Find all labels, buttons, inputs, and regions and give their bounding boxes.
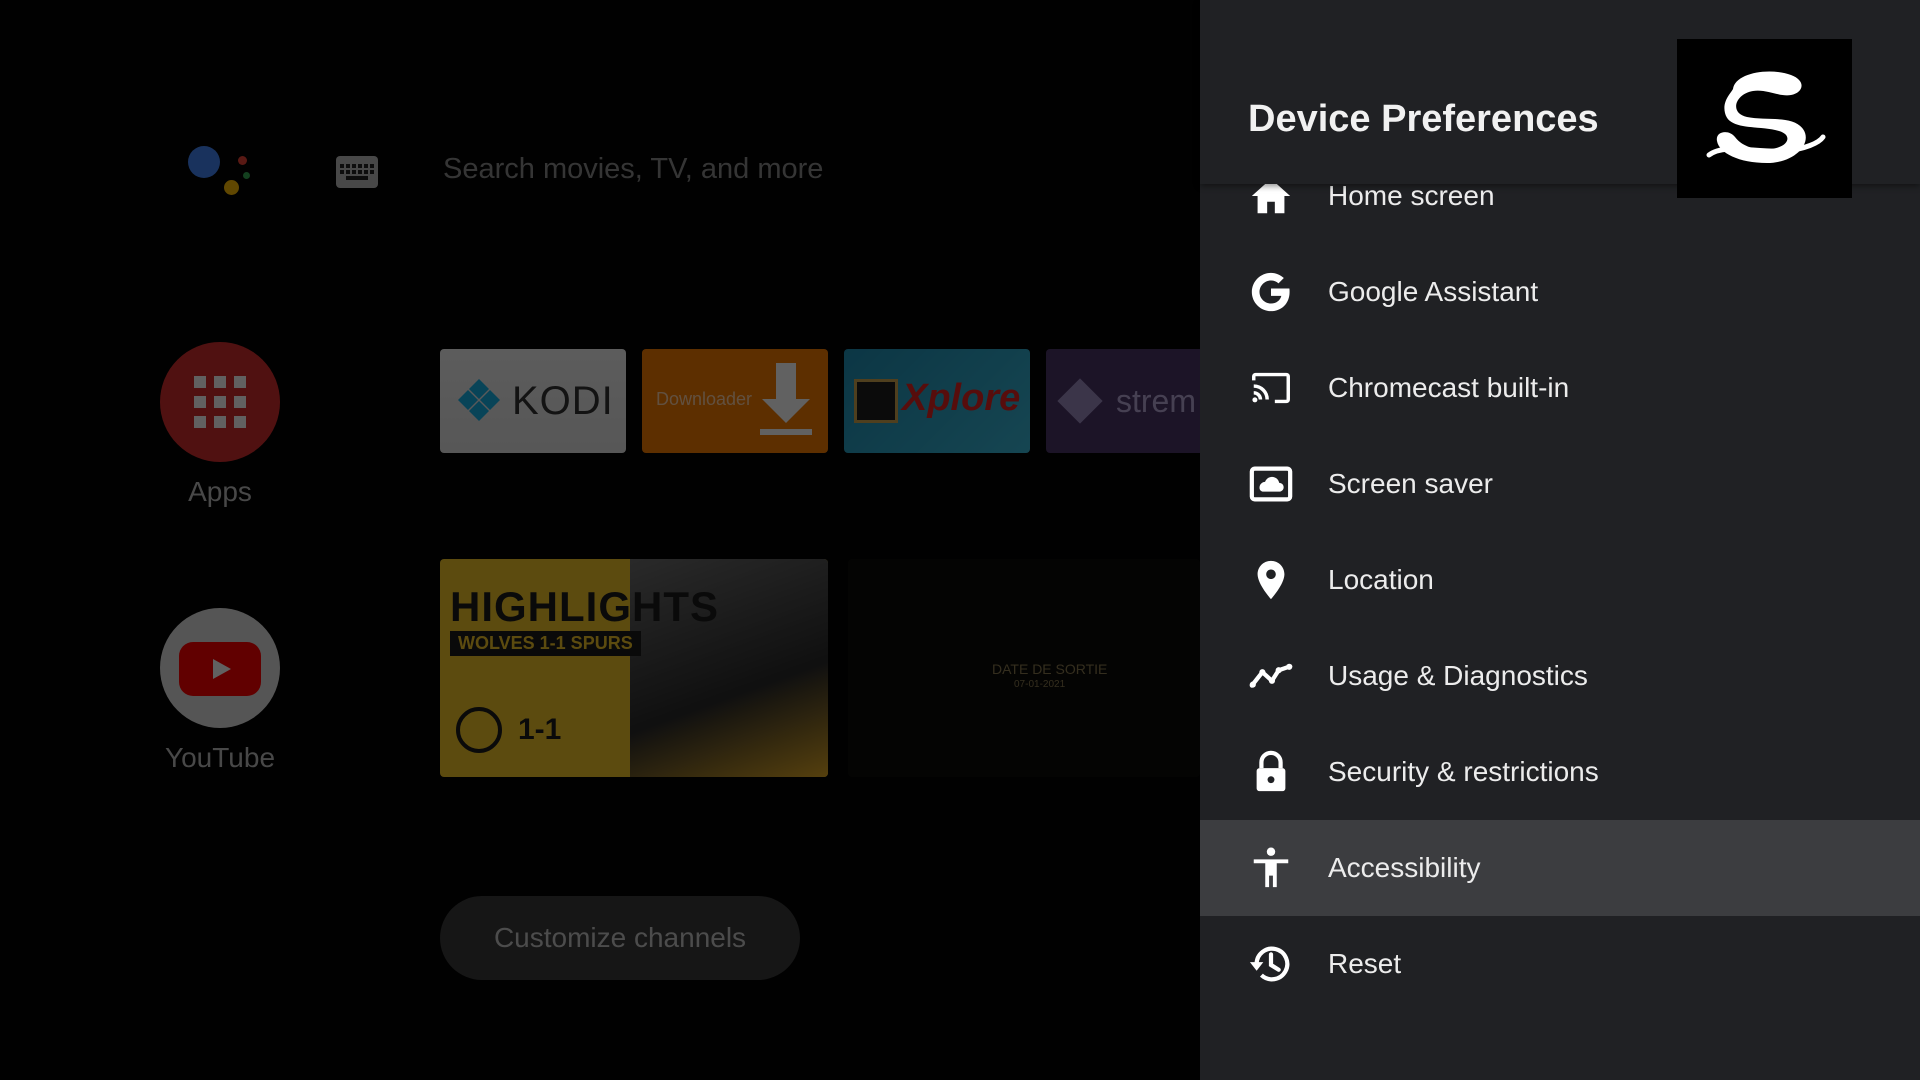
- menu-item-label: Location: [1328, 564, 1434, 595]
- app-card-kodi[interactable]: KODI: [440, 349, 626, 453]
- menu-item-usage-diagnostics[interactable]: Usage & Diagnostics: [1200, 628, 1920, 724]
- menu-item-label: Security & restrictions: [1328, 756, 1599, 787]
- kodi-logo-icon: [458, 379, 500, 421]
- wolves-crest-icon: [456, 707, 502, 753]
- menu-item-label: Home screen: [1328, 180, 1495, 211]
- menu-item-reset[interactable]: Reset: [1200, 916, 1920, 1012]
- app-card-stremio[interactable]: strem: [1046, 349, 1200, 453]
- menu-item-screen-saver[interactable]: Screen saver: [1200, 436, 1920, 532]
- accessibility-icon: [1248, 845, 1294, 891]
- apps-grid-icon: [160, 342, 280, 462]
- download-arrow-icon: [776, 363, 796, 401]
- highlights-score: 1-1: [518, 713, 562, 746]
- highlights-title: HIGHLIGHTS: [450, 583, 719, 630]
- highlights-subtitle: WOLVES 1-1 SPURS: [450, 631, 641, 656]
- menu-item-label: Usage & Diagnostics: [1328, 660, 1588, 691]
- menu-item-accessibility[interactable]: Accessibility: [1200, 820, 1920, 916]
- apps-label: Apps: [188, 476, 252, 507]
- customize-channels-button[interactable]: Customize channels: [440, 896, 800, 980]
- lock-icon: [1248, 749, 1294, 795]
- downloader-label: Downloader: [656, 389, 753, 409]
- location-pin-icon: [1248, 557, 1294, 603]
- youtube-icon: [160, 608, 280, 728]
- search-input[interactable]: Search movies, TV, and more: [443, 153, 823, 186]
- highlights-video-card[interactable]: HIGHLIGHTS WOLVES 1-1 SPURS 1-1: [440, 559, 828, 777]
- menu-item-label: Screen saver: [1328, 468, 1493, 499]
- google-g-icon: [1248, 269, 1294, 315]
- menu-item-location[interactable]: Location: [1200, 532, 1920, 628]
- launcher-background: Search movies, TV, and more Apps YouTube…: [0, 0, 1200, 1080]
- apps-button[interactable]: Apps: [150, 342, 290, 508]
- release-date-card[interactable]: DATE DE SORTIE 07-01-2021: [848, 559, 1200, 777]
- kodi-label: KODI: [512, 379, 614, 423]
- menu-item-chromecast[interactable]: Chromecast built-in: [1200, 340, 1920, 436]
- menu-item-label: Chromecast built-in: [1328, 372, 1570, 403]
- menu-item-google-assistant[interactable]: Google Assistant: [1200, 244, 1920, 340]
- youtube-button[interactable]: YouTube: [150, 608, 290, 774]
- menu-item-security-restrictions[interactable]: Security & restrictions: [1200, 724, 1920, 820]
- xplore-logo-icon: [854, 379, 898, 423]
- reset-icon: [1248, 941, 1294, 987]
- release-title: DATE DE SORTIE: [992, 661, 1108, 677]
- menu-item-label: Accessibility: [1328, 852, 1481, 883]
- diagnostics-icon: [1248, 653, 1294, 699]
- stremio-label: strem: [1116, 383, 1196, 419]
- preferences-menu: Home screen Google Assistant Chromecast …: [1200, 148, 1920, 1012]
- xplore-label: Xplore: [902, 377, 1021, 419]
- release-date: 07-01-2021: [1014, 679, 1066, 690]
- youtube-label: YouTube: [164, 742, 276, 773]
- panel-title: Device Preferences: [1248, 98, 1599, 140]
- app-card-xplore[interactable]: Xplore: [844, 349, 1030, 453]
- screensaver-icon: [1248, 461, 1294, 507]
- stremio-logo-icon: [1057, 378, 1103, 424]
- menu-item-label: Google Assistant: [1328, 276, 1539, 307]
- google-assistant-icon[interactable]: [186, 144, 256, 200]
- keyboard-icon[interactable]: [336, 156, 378, 188]
- channel-logo-icon: [1677, 39, 1852, 198]
- menu-item-label: Reset: [1328, 948, 1402, 979]
- cast-icon: [1248, 365, 1294, 411]
- app-card-downloader[interactable]: Downloader: [642, 349, 828, 453]
